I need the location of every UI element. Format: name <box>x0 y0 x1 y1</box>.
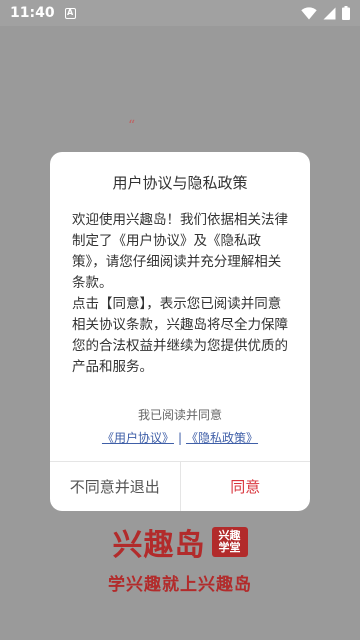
status-bar: 11:40 A <box>0 0 360 26</box>
status-icons <box>301 6 350 20</box>
brand-logo: 兴趣岛 兴趣 学堂 <box>0 520 360 564</box>
dialog-paragraph-consent: 点击【同意】，表示您已阅读并同意相关协议条款，兴趣岛将尽全力保障您的合法权益并继… <box>72 296 288 375</box>
dialog-paragraph-intro: 欢迎使用兴趣岛！我们依据相关法律制定了《用户协议》及《隐私政策》，请您仔细阅读并… <box>72 212 288 291</box>
dialog-title: 用户协议与隐私政策 <box>112 173 248 192</box>
status-time: 11:40 <box>10 5 55 21</box>
wifi-icon <box>301 6 317 20</box>
decline-exit-button[interactable]: 不同意并退出 <box>50 462 181 511</box>
dialog-body: 欢迎使用兴趣岛！我们依据相关法律制定了《用户协议》及《隐私政策》，请您仔细阅读并… <box>50 210 310 378</box>
brand-badge: 兴趣 学堂 <box>211 527 248 557</box>
brand-slogan: 学兴趣就上兴趣岛 <box>108 575 252 595</box>
brand-name: 兴趣岛 <box>112 528 206 563</box>
splash-quote-mark: “ <box>128 118 136 134</box>
policy-links: 《用户协议》 | 《隐私政策》 <box>50 429 310 446</box>
signal-icon <box>323 7 336 20</box>
agree-button[interactable]: 同意 <box>181 462 311 511</box>
privacy-dialog: 用户协议与隐私政策 欢迎使用兴趣岛！我们依据相关法律制定了《用户协议》及《隐私政… <box>50 152 310 511</box>
notification-icon: A <box>64 7 76 19</box>
brand-badge-line2: 学堂 <box>218 541 241 554</box>
link-separator: | <box>177 431 183 445</box>
brand-area: 兴趣岛 兴趣 学堂 学兴趣就上兴趣岛 <box>0 520 360 595</box>
agree-read-label: 我已阅读并同意 <box>137 408 222 422</box>
privacy-policy-link[interactable]: 《隐私政策》 <box>186 431 258 445</box>
user-agreement-link[interactable]: 《用户协议》 <box>102 431 174 445</box>
battery-icon <box>342 6 350 20</box>
dialog-footer: 不同意并退出 同意 <box>50 461 310 511</box>
